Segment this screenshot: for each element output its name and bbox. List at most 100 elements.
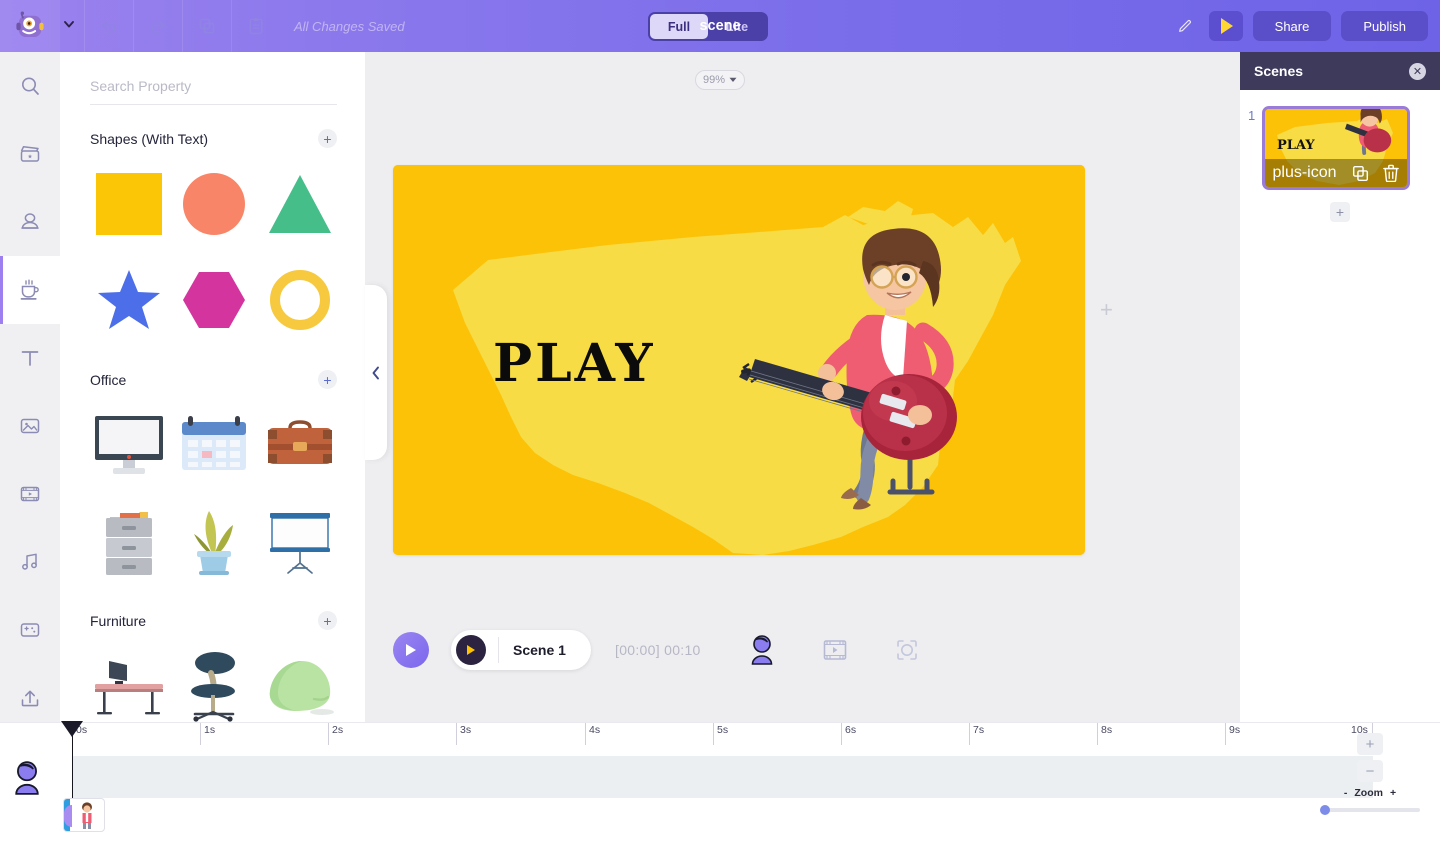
preview-button[interactable] <box>1208 11 1243 41</box>
asset-office-chair[interactable] <box>174 640 256 722</box>
asset-potted-plant[interactable] <box>174 495 256 587</box>
shape-triangle-icon <box>269 175 332 233</box>
sidebar-item-images[interactable] <box>0 392 60 460</box>
scene-thumbnail[interactable]: PLAY plus-icon <box>1262 106 1410 190</box>
section-header-office: Office + <box>60 370 365 389</box>
furniture-grid <box>60 630 365 722</box>
asset-shape-circle[interactable] <box>174 158 256 250</box>
asset-file-cabinet[interactable] <box>88 495 170 587</box>
asset-shape-ring[interactable] <box>259 254 341 346</box>
share-button[interactable]: Share <box>1252 11 1332 41</box>
timeline-zoom-slider[interactable] <box>1320 805 1420 815</box>
mode-full-option[interactable]: Full <box>650 14 708 39</box>
track-character-avatar[interactable] <box>12 761 42 800</box>
timeline-zoom-slider-knob[interactable] <box>1320 805 1330 815</box>
asset-monitor[interactable] <box>88 399 170 491</box>
section-add-furniture[interactable]: + <box>318 611 337 630</box>
time-display: [00:00] 00:10 <box>615 642 701 658</box>
add-scene-icon[interactable]: plus-icon <box>1272 164 1336 182</box>
scene-number: 1 <box>1248 108 1256 123</box>
project-menu-caret[interactable] <box>60 17 84 36</box>
chevron-left-icon <box>372 366 379 379</box>
asset-shape-square[interactable] <box>88 158 170 250</box>
sidebar-item-props[interactable] <box>0 256 60 324</box>
focus-button[interactable] <box>895 638 919 662</box>
asset-shape-hexagon[interactable] <box>174 254 256 346</box>
rename-button[interactable] <box>1171 12 1199 40</box>
slide-button[interactable] <box>823 639 847 661</box>
mode-lite-option[interactable]: Lite <box>708 14 766 39</box>
timeline-zoom-in-button[interactable]: + <box>1357 733 1383 755</box>
search-input[interactable] <box>90 74 337 105</box>
timeline-tick: 9s <box>1225 723 1240 745</box>
focus-icon <box>896 640 917 660</box>
monitor-icon <box>94 416 163 474</box>
sidebar-item-music[interactable] <box>0 528 60 596</box>
upload-icon <box>21 690 39 707</box>
timeline-zoom-out-button[interactable]: − <box>1357 760 1383 782</box>
sidebar-item-effects[interactable] <box>0 596 60 664</box>
shape-star-icon <box>97 270 160 329</box>
timeline-tick: 4s <box>585 723 600 745</box>
asset-bean-bag[interactable] <box>259 640 341 722</box>
undo-icon <box>102 21 116 33</box>
sidebar-item-text[interactable] <box>0 324 60 392</box>
asset-calendar[interactable] <box>174 399 256 491</box>
timeline-tick: 7s <box>969 723 984 745</box>
character-button[interactable] <box>749 635 775 665</box>
publish-button[interactable]: Publish <box>1341 11 1428 41</box>
play-scene-button[interactable] <box>393 632 429 668</box>
trash-icon <box>1383 164 1400 182</box>
scene-canvas[interactable]: PLAY <box>393 165 1085 555</box>
sidebar-item-characters[interactable] <box>0 188 60 256</box>
mode-toggle[interactable]: Full Lite <box>648 12 768 41</box>
chevron-down-icon <box>729 77 737 82</box>
asset-briefcase[interactable] <box>259 399 341 491</box>
tick-label: 2s <box>332 724 344 736</box>
asset-shape-star[interactable] <box>88 254 170 346</box>
sidebar-item-video[interactable] <box>0 460 60 528</box>
scenes-title: Scenes <box>1254 63 1304 79</box>
app-logo[interactable] <box>0 0 60 52</box>
timeline-clip[interactable] <box>63 798 105 832</box>
zoom-plus-label[interactable]: + <box>1390 787 1396 799</box>
timeline-track[interactable] <box>72 756 1373 798</box>
scene-chip[interactable]: Scene 1 <box>451 630 591 670</box>
app-root: All Changes Saved Full Lite scene Share … <box>0 0 1440 850</box>
office-chair-icon <box>191 652 236 722</box>
scene-chip-label: Scene 1 <box>498 637 566 663</box>
asset-shape-triangle[interactable] <box>259 158 341 250</box>
tick-label: 7s <box>973 724 985 736</box>
undo-button[interactable] <box>84 0 133 52</box>
play-icon <box>467 645 475 655</box>
section-add-shapes[interactable]: + <box>318 129 337 148</box>
tool-rail <box>0 52 60 732</box>
close-scenes-button[interactable]: ✕ <box>1409 62 1426 80</box>
asset-projector-screen[interactable] <box>259 495 341 587</box>
section-add-office[interactable]: + <box>318 370 337 389</box>
timeline-tick: 6s <box>841 723 856 745</box>
duplicate-icon <box>1352 165 1368 181</box>
potted-plant-icon <box>194 511 234 575</box>
zoom-minus-label[interactable]: - <box>1344 787 1348 799</box>
scene-chip-play-button[interactable] <box>456 635 486 665</box>
add-object-marker[interactable]: + <box>1100 297 1113 323</box>
redo-button[interactable] <box>133 0 182 52</box>
zoom-level-control[interactable]: 99% <box>695 70 745 90</box>
add-scene-button[interactable]: + <box>1330 202 1350 222</box>
sidebar-item-scenes[interactable] <box>0 120 60 188</box>
collapse-panel-button[interactable] <box>365 285 387 460</box>
duplicate-button[interactable] <box>182 0 231 52</box>
clipboard-button[interactable] <box>231 0 280 52</box>
clip-transition-handle[interactable] <box>64 805 72 827</box>
zoom-level-value: 99% <box>702 74 726 86</box>
delete-scene-button[interactable] <box>1383 164 1400 182</box>
asset-desk[interactable] <box>88 640 170 722</box>
duplicate-scene-button[interactable] <box>1352 165 1369 182</box>
bean-bag-icon <box>269 661 335 715</box>
scenes-panel: Scenes ✕ 1 PLAY plus-icon + <box>1240 52 1440 722</box>
sidebar-item-search[interactable] <box>0 52 60 120</box>
timeline-ruler[interactable]: 0s 1s 2s 3s 4s 5s 6s 7s 8s 9s 10s <box>0 723 1373 745</box>
scene-thumbnail-actions: plus-icon <box>1265 159 1407 187</box>
playhead-handle[interactable] <box>61 721 83 737</box>
